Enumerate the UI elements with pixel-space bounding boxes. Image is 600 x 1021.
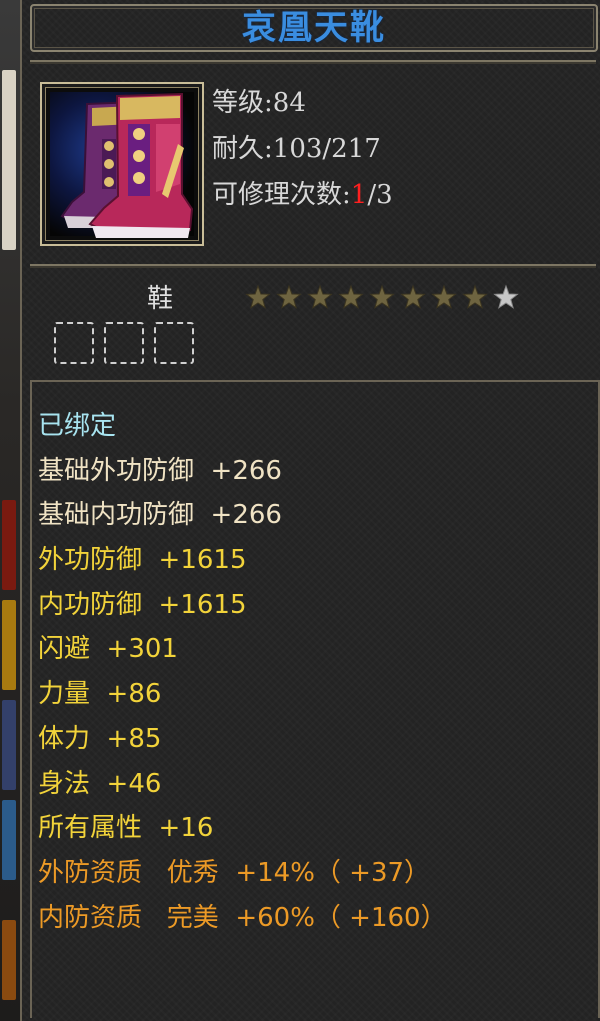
star-filled-icon bbox=[245, 284, 271, 309]
attr-external-quality: 外防资质 优秀 +14%（ +37） bbox=[38, 857, 431, 888]
gem-socket-2[interactable] bbox=[104, 322, 144, 364]
level-label: 等级 bbox=[212, 88, 265, 118]
item-name: 哀凰天靴 bbox=[242, 8, 386, 48]
repair-total: /3 bbox=[367, 180, 393, 210]
durability-row: 耐久:103/217 bbox=[212, 134, 381, 164]
background-game-ui bbox=[0, 0, 20, 1021]
attr-base-internal-defense: 基础内功防御 +266 bbox=[38, 500, 282, 531]
boots-icon bbox=[60, 92, 194, 238]
background-slot-fragment bbox=[2, 700, 16, 790]
star-filled-icon bbox=[369, 284, 395, 309]
attr-stamina: 体力 +85 bbox=[38, 723, 162, 754]
background-slot-fragment bbox=[2, 800, 16, 880]
item-icon-frame[interactable] bbox=[40, 82, 204, 246]
star-empty-icon bbox=[493, 284, 519, 309]
background-slot-fragment bbox=[2, 920, 16, 1000]
star-filled-icon bbox=[276, 284, 302, 309]
background-panel-fragment bbox=[2, 70, 16, 250]
star-filled-icon bbox=[307, 284, 333, 309]
divider bbox=[30, 264, 596, 266]
gem-socket-3[interactable] bbox=[154, 322, 194, 364]
durability-value: 103/217 bbox=[272, 134, 381, 164]
background-slot-fragment bbox=[2, 500, 16, 590]
repair-used: 1 bbox=[350, 180, 368, 210]
attr-strength: 力量 +86 bbox=[38, 679, 162, 710]
item-title-bar: 哀凰天靴 bbox=[30, 4, 598, 52]
gem-socket-1[interactable] bbox=[54, 322, 94, 364]
attr-external-defense: 外功防御 +1615 bbox=[38, 545, 247, 576]
attr-base-external-defense: 基础外功防御 +266 bbox=[38, 455, 282, 486]
attr-agility: 身法 +46 bbox=[38, 768, 162, 799]
attr-dodge: 闪避 +301 bbox=[38, 634, 178, 665]
star-rating bbox=[244, 284, 523, 312]
level-value: 84 bbox=[272, 88, 306, 118]
durability-label: 耐久 bbox=[212, 134, 265, 164]
attribute-list: 已绑定 基础外功防御 +266 基础内功防御 +266 外功防御 +1615 内… bbox=[38, 404, 447, 940]
star-filled-icon bbox=[462, 284, 488, 309]
repair-label: 可修理次数 bbox=[212, 180, 343, 210]
bound-status: 已绑定 bbox=[38, 411, 117, 441]
item-type: 鞋 bbox=[147, 284, 174, 314]
divider bbox=[30, 60, 596, 62]
star-filled-icon bbox=[431, 284, 457, 309]
item-tooltip: 哀凰天靴 等级:84 耐久:103/217 可修理次数:1/3 鞋 已绑定 基础… bbox=[20, 0, 600, 1021]
star-filled-icon bbox=[400, 284, 426, 309]
attr-internal-quality: 内防资质 完美 +60%（ +160） bbox=[38, 902, 447, 933]
background-slot-fragment bbox=[2, 600, 16, 690]
item-basic-stats: 等级:84 耐久:103/217 可修理次数:1/3 bbox=[212, 80, 393, 218]
repair-row: 可修理次数:1/3 bbox=[212, 180, 393, 210]
attr-all-attributes: 所有属性 +16 bbox=[38, 813, 214, 844]
attr-internal-defense: 内功防御 +1615 bbox=[38, 589, 247, 620]
star-filled-icon bbox=[338, 284, 364, 309]
level-row: 等级:84 bbox=[212, 88, 306, 118]
